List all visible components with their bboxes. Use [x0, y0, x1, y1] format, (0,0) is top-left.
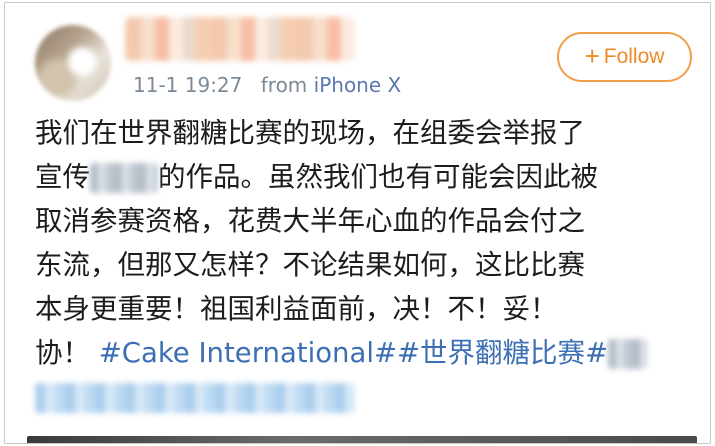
- follow-button-label: Follow: [603, 45, 665, 68]
- source-from-label: from: [260, 73, 308, 97]
- post-body: 我们在世界翻糖比赛的现场，在组委会举报了 宣传 的作品。虽然我们也有可能会因此被 …: [35, 111, 695, 419]
- post-line: 本身更重要！祖国利益面前，决！不！妥！: [35, 293, 558, 325]
- post-line: 我们在世界翻糖比赛的现场，在组委会举报了: [35, 117, 585, 149]
- avatar[interactable]: [35, 25, 111, 101]
- post-meta: 11-1 19:27 from iPhone X: [133, 73, 401, 99]
- attached-image-edge[interactable]: [27, 436, 697, 443]
- post-line: 取消参赛资格，花费大半年心血的作品会付之: [35, 205, 585, 237]
- follow-button[interactable]: + Follow: [557, 32, 692, 82]
- weibo-post-card: 11-1 19:27 from iPhone X + Follow 我们在世界翻…: [4, 2, 711, 444]
- post-line: [35, 375, 695, 419]
- username-blurred[interactable]: [125, 17, 355, 61]
- blurred-link[interactable]: [35, 383, 355, 413]
- blurred-text: [90, 163, 158, 193]
- hashtag-link[interactable]: #Cake International##世界翻糖比赛#: [99, 337, 608, 369]
- post-text: 的作品。虽然我们也有可能会因此被: [158, 161, 598, 193]
- source-device[interactable]: iPhone X: [314, 73, 402, 97]
- post-text: 协！: [35, 337, 90, 369]
- blurred-hashtag: [608, 339, 649, 369]
- plus-icon: +: [584, 41, 600, 71]
- post-text: 宣传: [35, 161, 90, 193]
- post-line: 东流，但那又怎样？不论结果如何，这比比赛: [35, 249, 585, 281]
- post-line: 协！ #Cake International##世界翻糖比赛#: [35, 331, 695, 375]
- post-timestamp: 11-1 19:27: [133, 73, 243, 97]
- post-line: 宣传 的作品。虽然我们也有可能会因此被: [35, 155, 695, 199]
